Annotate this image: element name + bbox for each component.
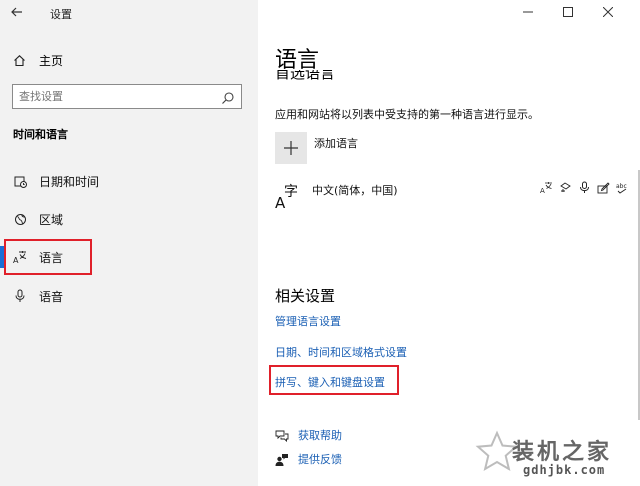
language-name: 中文(简体，中国)	[312, 184, 398, 197]
highlight-box-language	[4, 239, 92, 275]
maximize-button[interactable]	[548, 3, 588, 21]
watermark-name: 装机之家	[512, 439, 613, 465]
home-nav-item[interactable]: 主页	[13, 50, 63, 70]
add-language-button[interactable]: 添加语言	[275, 132, 358, 164]
home-label: 主页	[39, 53, 64, 68]
get-help-link[interactable]: 获取帮助	[275, 427, 342, 443]
language-list-item[interactable]: A字 中文(简体，中国) A abc	[275, 178, 631, 214]
search-input[interactable]	[19, 90, 221, 103]
give-feedback-link[interactable]: 提供反馈	[275, 451, 342, 467]
plus-icon	[275, 132, 307, 164]
sidebar: 设置 主页 时间和语言 日期和时间 区域 A 语言 语音	[0, 0, 258, 486]
add-language-label: 添加语言	[314, 137, 358, 150]
search-icon[interactable]	[221, 90, 235, 104]
handwriting-icon	[596, 180, 610, 194]
get-help-label: 获取帮助	[298, 429, 342, 442]
help-chat-icon	[275, 429, 289, 442]
watermark-url: gdhjbk.com	[523, 463, 606, 477]
related-settings-heading: 相关设置	[275, 287, 336, 305]
watermark: 装机之家 gdhjbk.com	[475, 428, 637, 484]
language-icon: A字	[275, 182, 301, 212]
sidebar-item-label: 语音	[39, 289, 64, 304]
sidebar-item-region[interactable]: 区域	[0, 202, 258, 236]
display-language-icon: A	[539, 180, 553, 194]
give-feedback-label: 提供反馈	[298, 453, 342, 466]
microphone-icon	[577, 180, 591, 194]
manage-language-settings-link[interactable]: 管理语言设置	[275, 313, 341, 329]
back-arrow-icon	[11, 7, 22, 17]
close-icon	[603, 7, 613, 17]
spell-check-icon: abc	[615, 180, 629, 194]
sidebar-item-label: 日期和时间	[39, 174, 100, 189]
section-title: 时间和语言	[13, 128, 68, 141]
home-icon	[13, 54, 27, 67]
date-time-region-format-link[interactable]: 日期、时间和区域格式设置	[275, 344, 407, 360]
sidebar-item-date-time[interactable]: 日期和时间	[0, 164, 258, 198]
sidebar-item-label: 区域	[39, 212, 64, 227]
window-title: 设置	[50, 8, 72, 21]
language-feature-icons: A abc	[539, 180, 629, 194]
speech-recognition-icon	[558, 180, 572, 194]
minimize-button[interactable]	[508, 3, 548, 21]
close-button[interactable]	[588, 3, 628, 21]
main-content: 语言 首选语言 应用和网站将以列表中受支持的第一种语言进行显示。 添加语言 A字…	[258, 0, 640, 486]
svg-text:abc: abc	[616, 183, 627, 190]
back-button[interactable]	[10, 5, 30, 23]
feedback-icon	[275, 453, 289, 466]
highlight-box-keyboard-link	[269, 365, 399, 395]
preferred-languages-heading: 首选语言	[275, 70, 336, 82]
window-controls	[508, 3, 628, 21]
calendar-clock-icon	[13, 175, 27, 188]
minimize-icon	[523, 11, 533, 13]
sidebar-item-speech[interactable]: 语音	[0, 279, 258, 313]
maximize-icon	[563, 7, 573, 17]
svg-text:A: A	[540, 187, 545, 194]
language-description: 应用和网站将以列表中受支持的第一种语言进行显示。	[275, 108, 539, 121]
globe-icon	[13, 213, 27, 226]
svg-text:字: 字	[284, 184, 298, 200]
microphone-icon	[13, 289, 27, 303]
search-box[interactable]	[12, 84, 242, 109]
